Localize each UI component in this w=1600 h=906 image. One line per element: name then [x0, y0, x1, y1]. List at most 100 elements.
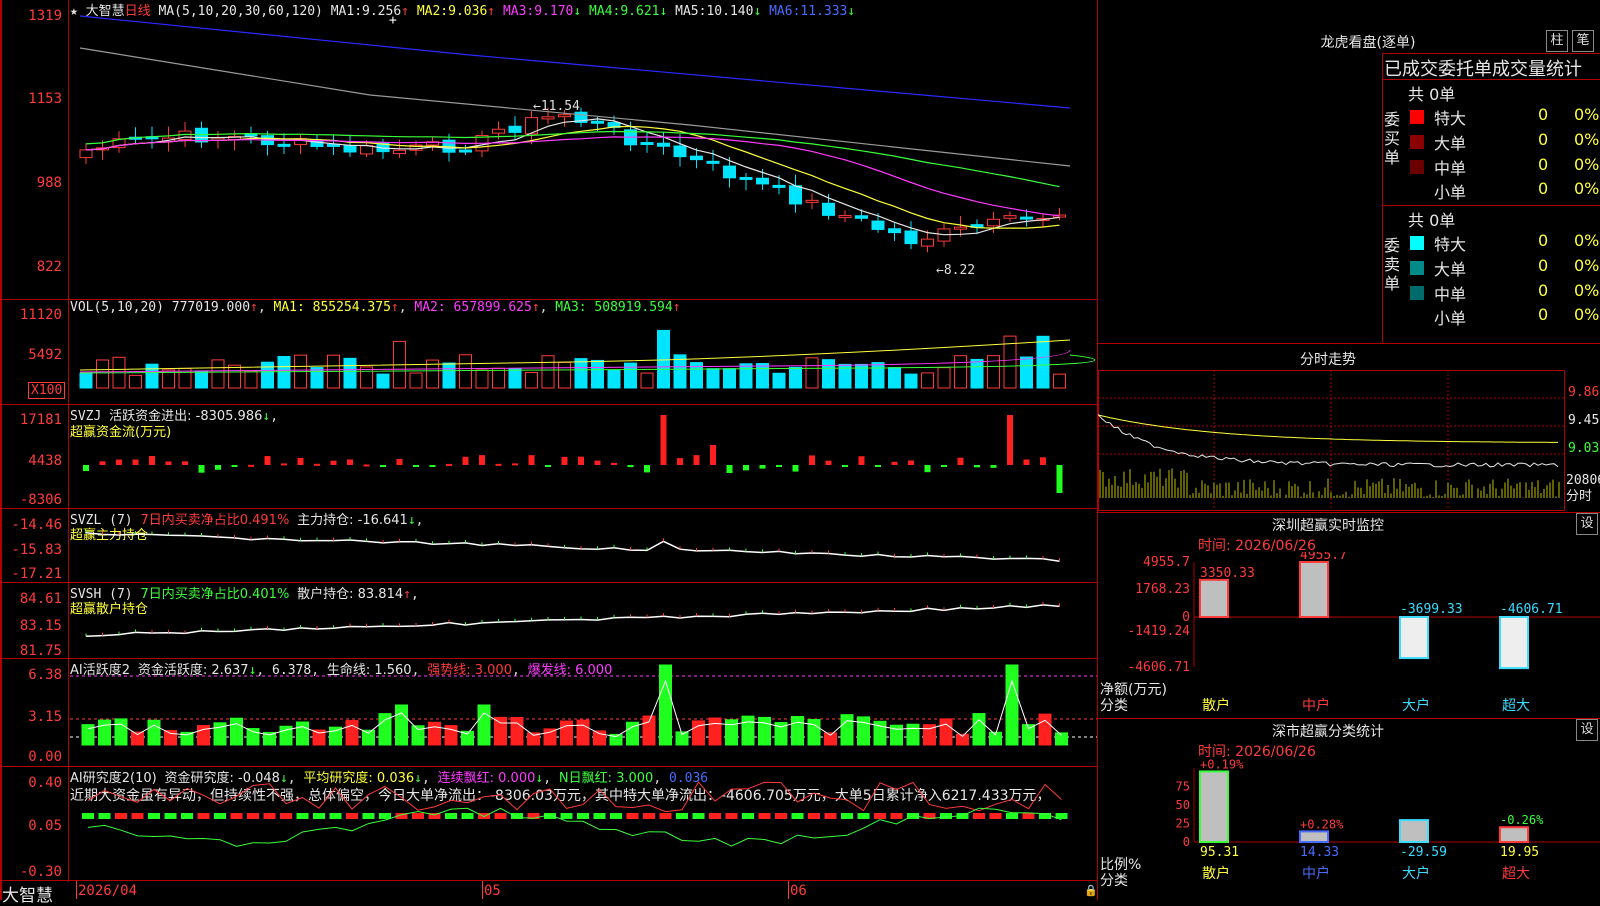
- svzl-tick: -17.21: [11, 566, 62, 582]
- volume-bar: [211, 359, 225, 389]
- cls-ylabel: 比例% 分类: [1100, 857, 1141, 889]
- activity-bar: [708, 717, 722, 746]
- svzj-bar: [248, 464, 254, 467]
- svzl-tick: -15.83: [11, 542, 62, 558]
- research-bar: [214, 813, 226, 819]
- buy-xl-swatch: [1410, 110, 1424, 124]
- sz-bar: [1299, 561, 1329, 618]
- cls-ylabel-2: 分类: [1100, 873, 1128, 889]
- right-panel: 龙虎看盘(逐单) 柱 笔 已成交委托单成交量统计 共 0单 委买单 特大 大单 …: [1098, 0, 1600, 900]
- volume-bar: [558, 361, 571, 389]
- ai-active-chart[interactable]: [70, 659, 1097, 766]
- svzj-tick: 4438: [28, 453, 62, 469]
- sz-monitor-chart[interactable]: 4955.7 1768.23 0-1419.24 -4606.71 3350.33 散户 4…: [1098, 552, 1600, 716]
- sz-category-label: 散户: [1202, 697, 1230, 714]
- crosshair-icon[interactable]: +: [389, 13, 397, 28]
- sz-settings-button[interactable]: 设: [1576, 513, 1598, 535]
- research-bar: [98, 813, 111, 819]
- svzj-bar: [528, 455, 535, 465]
- research-bar: [197, 813, 210, 819]
- candle-body: [954, 226, 967, 230]
- order-left-line: [1382, 53, 1383, 343]
- buy-m-swatch: [1410, 160, 1424, 174]
- research-bar: [643, 813, 655, 819]
- chart-area[interactable]: ★ 大智慧日线 MA(5,10,20,30,60,120) MA1:9.256↑…: [0, 0, 1098, 906]
- research-bar: [841, 813, 853, 819]
- tick-mode-button[interactable]: 笔: [1572, 30, 1594, 52]
- sz-tick: -4606.71: [1127, 660, 1190, 675]
- intraday-title: 分时走势: [1300, 352, 1356, 368]
- svzj-bar: [380, 465, 386, 467]
- bar-mode-button[interactable]: 柱: [1546, 30, 1568, 52]
- svzl-chart[interactable]: [70, 509, 1097, 582]
- ai-active-tick: 6.38: [28, 667, 62, 683]
- research-bar: [445, 813, 457, 819]
- candle-body: [541, 116, 555, 120]
- activity-bar: [791, 716, 804, 746]
- svzj-bar: [215, 465, 221, 470]
- ai-active-tick: 3.15: [28, 709, 62, 725]
- cls-settings-button[interactable]: 设: [1576, 719, 1598, 741]
- vol-tick: 5492: [28, 347, 62, 363]
- axis-divider: [68, 0, 69, 882]
- volume-bar: [1053, 373, 1066, 389]
- svzj-bar: [677, 458, 683, 465]
- left-border: [0, 0, 2, 900]
- sz-bar: [1399, 616, 1429, 660]
- date-may: 05: [484, 883, 501, 899]
- svzj-bar: [429, 465, 436, 467]
- ai-research-chart[interactable]: [70, 767, 1097, 880]
- buy-row-count: 0: [1538, 179, 1549, 198]
- activity-bar: [510, 716, 524, 746]
- svzj-bar: [611, 462, 617, 465]
- intraday-grid: [1098, 370, 1564, 510]
- research-bar: [494, 813, 507, 819]
- lock-icon[interactable]: 🔒: [1084, 884, 1098, 897]
- svzj-bar: [842, 465, 848, 467]
- activity-bar: [1005, 664, 1019, 746]
- buy-row-count: 0: [1538, 130, 1549, 149]
- svzj-bar: [495, 463, 502, 466]
- activity-bar: [395, 704, 408, 746]
- research-bar: [362, 813, 375, 819]
- research-bar: [478, 813, 490, 819]
- sz-bar-value: -4606.71: [1500, 602, 1563, 617]
- high-marker: ←11.54: [533, 99, 580, 114]
- research-bar: [461, 813, 474, 819]
- activity-bar: [857, 716, 870, 746]
- sz-tick: 4955.7: [1143, 555, 1190, 570]
- buy-row-label: 小单: [1434, 183, 1467, 202]
- candle-body: [1020, 216, 1033, 220]
- sell-row-label: 中单: [1434, 285, 1467, 304]
- activity-bar: [345, 720, 359, 746]
- cls-ylabel-1: 比例%: [1100, 857, 1142, 873]
- volume-bar: [343, 357, 357, 389]
- candle-body: [723, 165, 736, 179]
- candle-body: [591, 120, 604, 124]
- svzj-bar: [165, 461, 172, 465]
- cls-bar-pct: +0.28%: [1300, 817, 1344, 831]
- cls-bar-value: -29.59: [1400, 845, 1447, 860]
- cls-chart[interactable]: 75 50 25 0 +0.19% 95.31 散户 +0.28% 14.33 中户 -29.59 大…: [1098, 758, 1600, 900]
- svzj-chart[interactable]: [70, 405, 1097, 508]
- svzj-bar: [858, 456, 865, 465]
- price-chart[interactable]: ←11.54 ←8.22 +: [70, 0, 1097, 299]
- research-bar: [989, 813, 1002, 819]
- activity-bar: [543, 728, 557, 746]
- activity-bar: [972, 713, 986, 746]
- svsh-chart[interactable]: [70, 583, 1097, 658]
- sell-side-label: 委卖单: [1384, 236, 1401, 293]
- volume-bar: [541, 355, 555, 389]
- activity-bar: [477, 704, 491, 746]
- svzj-bar: [908, 460, 914, 465]
- research-bar: [890, 813, 903, 819]
- volume-bar: [145, 363, 159, 389]
- activity-bar: [164, 730, 177, 746]
- candle-body: [772, 184, 786, 188]
- svzj-bar: [693, 455, 700, 465]
- sz-category-label: 大户: [1402, 697, 1430, 714]
- intraday-chart[interactable]: 9.86 9.45 9.03 20806 分时: [1098, 370, 1600, 512]
- candle-body: [805, 199, 819, 203]
- volume-chart[interactable]: [70, 300, 1097, 404]
- sz-title: 深圳超赢实时监控: [1272, 518, 1384, 534]
